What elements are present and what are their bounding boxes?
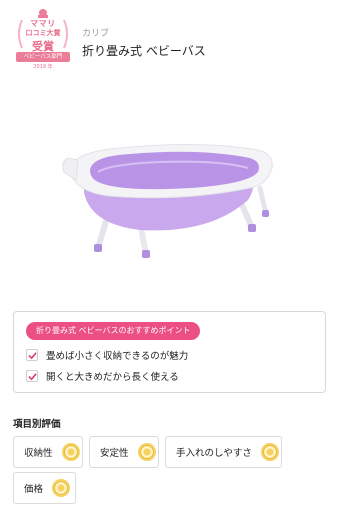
recommend-point-text: 畳めば小さく収納できるのが魅力: [46, 351, 189, 362]
recommend-point-item: 開くと大きめだから長く使える: [26, 369, 179, 383]
recommend-point-item: 畳めば小さく収納できるのが魅力: [26, 348, 188, 362]
medal-icon: [61, 443, 80, 461]
award-year: 2019 年: [33, 64, 53, 70]
brand-name[interactable]: カリブ: [82, 26, 109, 39]
evaluation-card-price: 価格: [13, 472, 76, 504]
evaluation-label: 安定性: [100, 448, 129, 459]
award-ribbon: ベビーバス部門: [16, 52, 70, 62]
medal-icon: [260, 443, 279, 461]
evaluation-label: 収納性: [24, 448, 53, 459]
evaluation-label: 価格: [24, 484, 44, 495]
check-icon: [26, 370, 38, 382]
award-badge: ママリ 口コミ大賞 受賞 ベビーバス部門 2019 年: [14, 8, 72, 70]
medal-icon: [52, 479, 71, 497]
recommend-points-box: 折り畳み式 ベビーバスのおすすめポイント 畳めば小さく収納できるのが魅力 開くと…: [13, 311, 326, 393]
recommend-point-text: 開くと大きめだから長く使える: [46, 372, 179, 383]
medal-icon: [137, 443, 156, 461]
product-title[interactable]: 折り畳み式 ベビーバス: [82, 42, 206, 59]
recommend-points-badge: 折り畳み式 ベビーバスのおすすめポイント: [26, 322, 201, 340]
evaluation-card-storage: 収納性: [13, 436, 83, 468]
product-image[interactable]: [60, 130, 280, 265]
evaluation-label: 手入れのしやすさ: [176, 448, 252, 459]
award-line2: 口コミ大賞: [25, 29, 61, 37]
evaluation-card-ease-of-care: 手入れのしやすさ: [165, 436, 282, 468]
check-icon: [26, 349, 38, 361]
evaluation-title: 項目別評価: [13, 419, 61, 430]
product-header: ママリ 口コミ大賞 受賞 ベビーバス部門 2019 年 カリブ 折り畳み式 ベビ…: [0, 0, 340, 80]
evaluation-card-stability: 安定性: [89, 436, 159, 468]
